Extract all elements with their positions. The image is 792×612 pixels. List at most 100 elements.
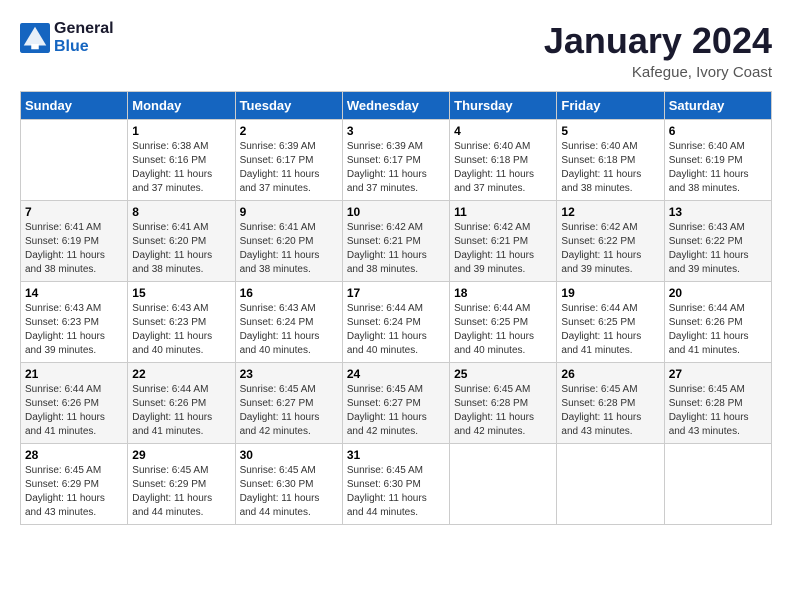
day-number: 30: [240, 448, 338, 462]
cell-info: Sunrise: 6:41 AMSunset: 6:20 PMDaylight:…: [240, 221, 338, 277]
calendar-header-row: SundayMondayTuesdayWednesdayThursdayFrid…: [21, 92, 772, 120]
calendar-cell: 25 Sunrise: 6:45 AMSunset: 6:28 PMDayligh…: [450, 363, 557, 444]
calendar-cell: 18 Sunrise: 6:44 AMSunset: 6:25 PMDayligh…: [450, 282, 557, 363]
cell-info: Sunrise: 6:44 AMSunset: 6:26 PMDaylight:…: [132, 383, 230, 439]
day-number: 13: [669, 205, 767, 219]
calendar-cell: 28Sunrise: 6:45 AMSunset: 6:29 PMDayligh…: [21, 444, 128, 525]
calendar-cell: 29Sunrise: 6:45 AMSunset: 6:29 PMDayligh…: [128, 444, 235, 525]
day-number: 16: [240, 286, 338, 300]
calendar-cell: 5Sunrise: 6:40 AMSunset: 6:18 PMDaylight…: [557, 120, 664, 201]
day-number: 2: [240, 124, 338, 138]
cell-info: Sunrise: 6:40 AMSunset: 6:18 PMDaylight:…: [454, 140, 552, 196]
day-number: 31: [347, 448, 445, 462]
day-number: 24: [347, 367, 445, 381]
calendar-table: SundayMondayTuesdayWednesdayThursdayFrid…: [20, 91, 772, 525]
day-number: 6: [669, 124, 767, 138]
calendar-cell: [557, 444, 664, 525]
cell-info: Sunrise: 6:45 AMSunset: 6:29 PMDaylight:…: [25, 464, 123, 520]
calendar-cell: 9Sunrise: 6:41 AMSunset: 6:20 PMDaylight…: [235, 201, 342, 282]
day-number: 29: [132, 448, 230, 462]
day-number: 1: [132, 124, 230, 138]
cell-info: Sunrise: 6:45 AMSunset: 6:30 PMDaylight:…: [347, 464, 445, 520]
day-number: 25: [454, 367, 552, 381]
calendar-cell: 27 Sunrise: 6:45 AMSunset: 6:28 PMDayligh…: [664, 363, 771, 444]
calendar-cell: [664, 444, 771, 525]
weekday-header: Sunday: [21, 92, 128, 120]
calendar-week-row: 28Sunrise: 6:45 AMSunset: 6:29 PMDayligh…: [21, 444, 772, 525]
day-number: 10: [347, 205, 445, 219]
logo-text: General Blue: [54, 20, 114, 56]
calendar-cell: 12 Sunrise: 6:42 AMSunset: 6:22 PMDayligh…: [557, 201, 664, 282]
cell-info: Sunrise: 6:42 AMSunset: 6:21 PMDaylight:…: [454, 221, 552, 277]
day-number: 23: [240, 367, 338, 381]
calendar-cell: 16Sunrise: 6:43 AMSunset: 6:24 PMDayligh…: [235, 282, 342, 363]
cell-info: Sunrise: 6:45 AMSunset: 6:28 PMDaylight:…: [454, 383, 552, 439]
calendar-cell: 24 Sunrise: 6:45 AMSunset: 6:27 PMDayligh…: [342, 363, 449, 444]
day-number: 18: [454, 286, 552, 300]
cell-info: Sunrise: 6:43 AMSunset: 6:23 PMDaylight:…: [25, 302, 123, 358]
cell-info: Sunrise: 6:38 AMSunset: 6:16 PMDaylight:…: [132, 140, 230, 196]
day-number: 26: [561, 367, 659, 381]
cell-info: Sunrise: 6:44 AMSunset: 6:25 PMDaylight:…: [561, 302, 659, 358]
day-number: 20: [669, 286, 767, 300]
calendar-cell: 21Sunrise: 6:44 AMSunset: 6:26 PMDayligh…: [21, 363, 128, 444]
calendar-cell: 11 Sunrise: 6:42 AMSunset: 6:21 PMDayligh…: [450, 201, 557, 282]
title-block: January 2024 Kafegue, Ivory Coast: [544, 20, 772, 81]
cell-info: Sunrise: 6:44 AMSunset: 6:26 PMDaylight:…: [669, 302, 767, 358]
day-number: 11: [454, 205, 552, 219]
calendar-body: 1 Sunrise: 6:38 AMSunset: 6:16 PMDaylight…: [21, 120, 772, 525]
cell-info: Sunrise: 6:41 AMSunset: 6:20 PMDaylight:…: [132, 221, 230, 277]
calendar-cell: [21, 120, 128, 201]
calendar-cell: 1 Sunrise: 6:38 AMSunset: 6:16 PMDaylight…: [128, 120, 235, 201]
calendar-cell: [450, 444, 557, 525]
cell-info: Sunrise: 6:40 AMSunset: 6:18 PMDaylight:…: [561, 140, 659, 196]
cell-info: Sunrise: 6:41 AMSunset: 6:19 PMDaylight:…: [25, 221, 123, 277]
calendar-week-row: 1 Sunrise: 6:38 AMSunset: 6:16 PMDaylight…: [21, 120, 772, 201]
cell-info: Sunrise: 6:45 AMSunset: 6:30 PMDaylight:…: [240, 464, 338, 520]
weekday-header: Tuesday: [235, 92, 342, 120]
calendar-cell: 10Sunrise: 6:42 AMSunset: 6:21 PMDayligh…: [342, 201, 449, 282]
cell-info: Sunrise: 6:45 AMSunset: 6:27 PMDaylight:…: [240, 383, 338, 439]
cell-info: Sunrise: 6:42 AMSunset: 6:22 PMDaylight:…: [561, 221, 659, 277]
calendar-cell: 19 Sunrise: 6:44 AMSunset: 6:25 PMDayligh…: [557, 282, 664, 363]
weekday-header: Saturday: [664, 92, 771, 120]
calendar-cell: 4 Sunrise: 6:40 AMSunset: 6:18 PMDaylight…: [450, 120, 557, 201]
cell-info: Sunrise: 6:45 AMSunset: 6:27 PMDaylight:…: [347, 383, 445, 439]
calendar-cell: 26 Sunrise: 6:45 AMSunset: 6:28 PMDayligh…: [557, 363, 664, 444]
day-number: 3: [347, 124, 445, 138]
calendar-week-row: 7 Sunrise: 6:41 AMSunset: 6:19 PMDaylight…: [21, 201, 772, 282]
cell-info: Sunrise: 6:43 AMSunset: 6:22 PMDaylight:…: [669, 221, 767, 277]
cell-info: Sunrise: 6:39 AMSunset: 6:17 PMDaylight:…: [240, 140, 338, 196]
weekday-header: Monday: [128, 92, 235, 120]
day-number: 27: [669, 367, 767, 381]
day-number: 7: [25, 205, 123, 219]
calendar-week-row: 14 Sunrise: 6:43 AMSunset: 6:23 PMDayligh…: [21, 282, 772, 363]
calendar-cell: 17 Sunrise: 6:44 AMSunset: 6:24 PMDayligh…: [342, 282, 449, 363]
day-number: 21: [25, 367, 123, 381]
calendar-cell: 30 Sunrise: 6:45 AMSunset: 6:30 PMDayligh…: [235, 444, 342, 525]
day-number: 15: [132, 286, 230, 300]
cell-info: Sunrise: 6:45 AMSunset: 6:28 PMDaylight:…: [561, 383, 659, 439]
calendar-cell: 8 Sunrise: 6:41 AMSunset: 6:20 PMDaylight…: [128, 201, 235, 282]
day-number: 14: [25, 286, 123, 300]
location: Kafegue, Ivory Coast: [544, 64, 772, 81]
day-number: 4: [454, 124, 552, 138]
day-number: 17: [347, 286, 445, 300]
logo: General Blue: [20, 20, 114, 56]
calendar-cell: 6 Sunrise: 6:40 AMSunset: 6:19 PMDaylight…: [664, 120, 771, 201]
calendar-cell: 23 Sunrise: 6:45 AMSunset: 6:27 PMDayligh…: [235, 363, 342, 444]
calendar-cell: 3Sunrise: 6:39 AMSunset: 6:17 PMDaylight…: [342, 120, 449, 201]
day-number: 12: [561, 205, 659, 219]
calendar-week-row: 21 Sunrise: 6:44 AMSunset: 6:26 PMDayligh…: [21, 363, 772, 444]
cell-info: Sunrise: 6:40 AMSunset: 6:19 PMDaylight:…: [669, 140, 767, 196]
logo-icon: [20, 23, 50, 53]
cell-info: Sunrise: 6:44 AMSunset: 6:24 PMDaylight:…: [347, 302, 445, 358]
cell-info: Sunrise: 6:45 AMSunset: 6:28 PMDaylight:…: [669, 383, 767, 439]
day-number: 22: [132, 367, 230, 381]
day-number: 8: [132, 205, 230, 219]
cell-info: Sunrise: 6:43 AMSunset: 6:23 PMDaylight:…: [132, 302, 230, 358]
cell-info: Sunrise: 6:44 AMSunset: 6:25 PMDaylight:…: [454, 302, 552, 358]
day-number: 19: [561, 286, 659, 300]
weekday-header: Friday: [557, 92, 664, 120]
month-title: January 2024: [544, 20, 772, 62]
